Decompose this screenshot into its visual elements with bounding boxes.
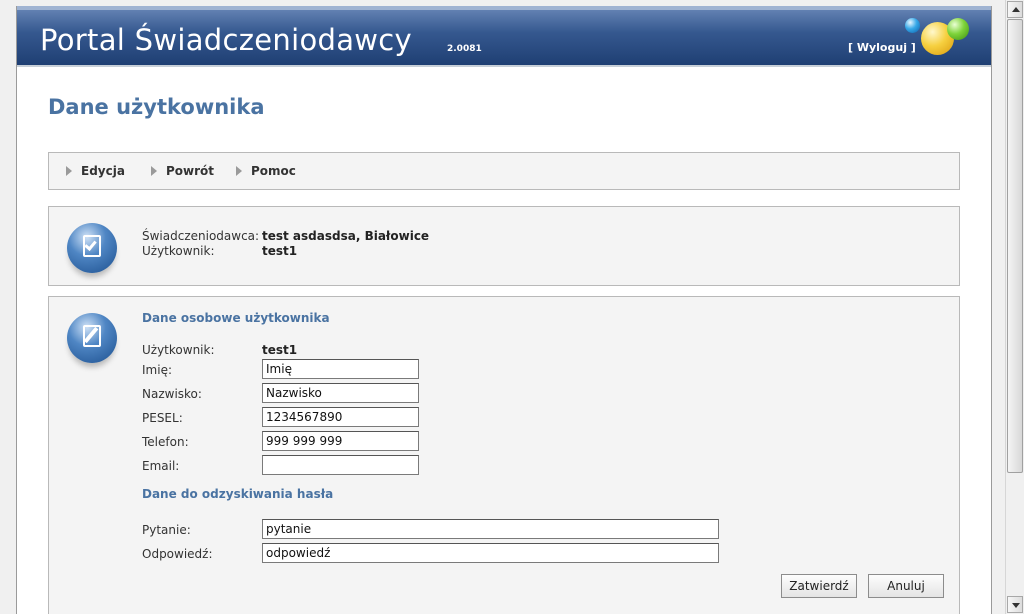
last-name-label: Nazwisko: bbox=[142, 387, 202, 401]
toolbar-help-label: Pomoc bbox=[251, 164, 296, 178]
toolbar-back[interactable]: Powrót bbox=[151, 164, 214, 178]
provider-value: test asdasdsa, Białowice bbox=[262, 229, 430, 243]
toolbar-back-label: Powrót bbox=[166, 164, 215, 178]
green-ball-icon bbox=[947, 18, 969, 40]
header-stripe bbox=[17, 6, 991, 10]
play-arrow-icon bbox=[151, 166, 157, 176]
personal-section-title: Dane osobowe użytkownika bbox=[142, 311, 330, 325]
scroll-down-button[interactable] bbox=[1007, 596, 1023, 613]
question-field[interactable] bbox=[262, 519, 719, 539]
page: Portal Świadczeniodawcy 2.0081 [ Wyloguj… bbox=[16, 6, 992, 614]
browser-viewport: Portal Świadczeniodawcy 2.0081 [ Wyloguj… bbox=[0, 0, 1005, 614]
scroll-thumb[interactable] bbox=[1007, 19, 1023, 473]
form-user-label: Użytkownik: bbox=[142, 343, 215, 357]
submit-button[interactable]: Zatwierdź bbox=[781, 574, 857, 598]
user-form-panel: Dane osobowe użytkownika Użytkownik: tes… bbox=[48, 296, 960, 614]
app-header: Portal Świadczeniodawcy 2.0081 [ Wyloguj… bbox=[17, 6, 991, 67]
logo-balls-icon bbox=[903, 14, 983, 65]
phone-label: Telefon: bbox=[142, 435, 189, 449]
question-label: Pytanie: bbox=[142, 523, 191, 537]
document-check-icon bbox=[67, 223, 117, 273]
form-user-value: test1 bbox=[262, 343, 298, 357]
first-name-label: Imię: bbox=[142, 363, 172, 377]
email-label: Email: bbox=[142, 459, 180, 473]
toolbar-edit[interactable]: Edycja bbox=[66, 164, 125, 178]
blue-ball-icon bbox=[905, 18, 920, 33]
action-toolbar: Edycja Powrót Pomoc bbox=[48, 152, 960, 190]
answer-field[interactable] bbox=[262, 543, 719, 563]
app-title: Portal Świadczeniodawcy bbox=[40, 23, 412, 57]
first-name-field[interactable] bbox=[262, 359, 419, 379]
provider-label: Świadczeniodawca: bbox=[142, 229, 260, 243]
answer-label: Odpowiedź: bbox=[142, 547, 213, 561]
arrow-up-icon bbox=[1012, 7, 1020, 12]
scroll-up-button[interactable] bbox=[1007, 1, 1023, 18]
last-name-field[interactable] bbox=[262, 383, 419, 403]
page-title: Dane użytkownika bbox=[48, 95, 265, 119]
play-arrow-icon bbox=[236, 166, 242, 176]
toolbar-edit-label: Edycja bbox=[81, 164, 125, 178]
recovery-section-title: Dane do odzyskiwania hasła bbox=[142, 487, 334, 501]
app-version: 2.0081 bbox=[447, 44, 482, 54]
pesel-field[interactable] bbox=[262, 407, 419, 427]
play-arrow-icon bbox=[66, 166, 72, 176]
toolbar-help[interactable]: Pomoc bbox=[236, 164, 296, 178]
phone-field[interactable] bbox=[262, 431, 419, 451]
cancel-button[interactable]: Anuluj bbox=[868, 574, 944, 598]
provider-info-panel: Świadczeniodawca: test asdasdsa, Białowi… bbox=[48, 206, 960, 286]
pesel-label: PESEL: bbox=[142, 411, 183, 425]
user-value: test1 bbox=[262, 244, 298, 258]
arrow-down-icon bbox=[1012, 603, 1020, 608]
document-edit-icon bbox=[67, 313, 117, 363]
email-field[interactable] bbox=[262, 455, 419, 475]
vertical-scrollbar[interactable] bbox=[1005, 0, 1024, 614]
user-label: Użytkownik: bbox=[142, 244, 215, 258]
